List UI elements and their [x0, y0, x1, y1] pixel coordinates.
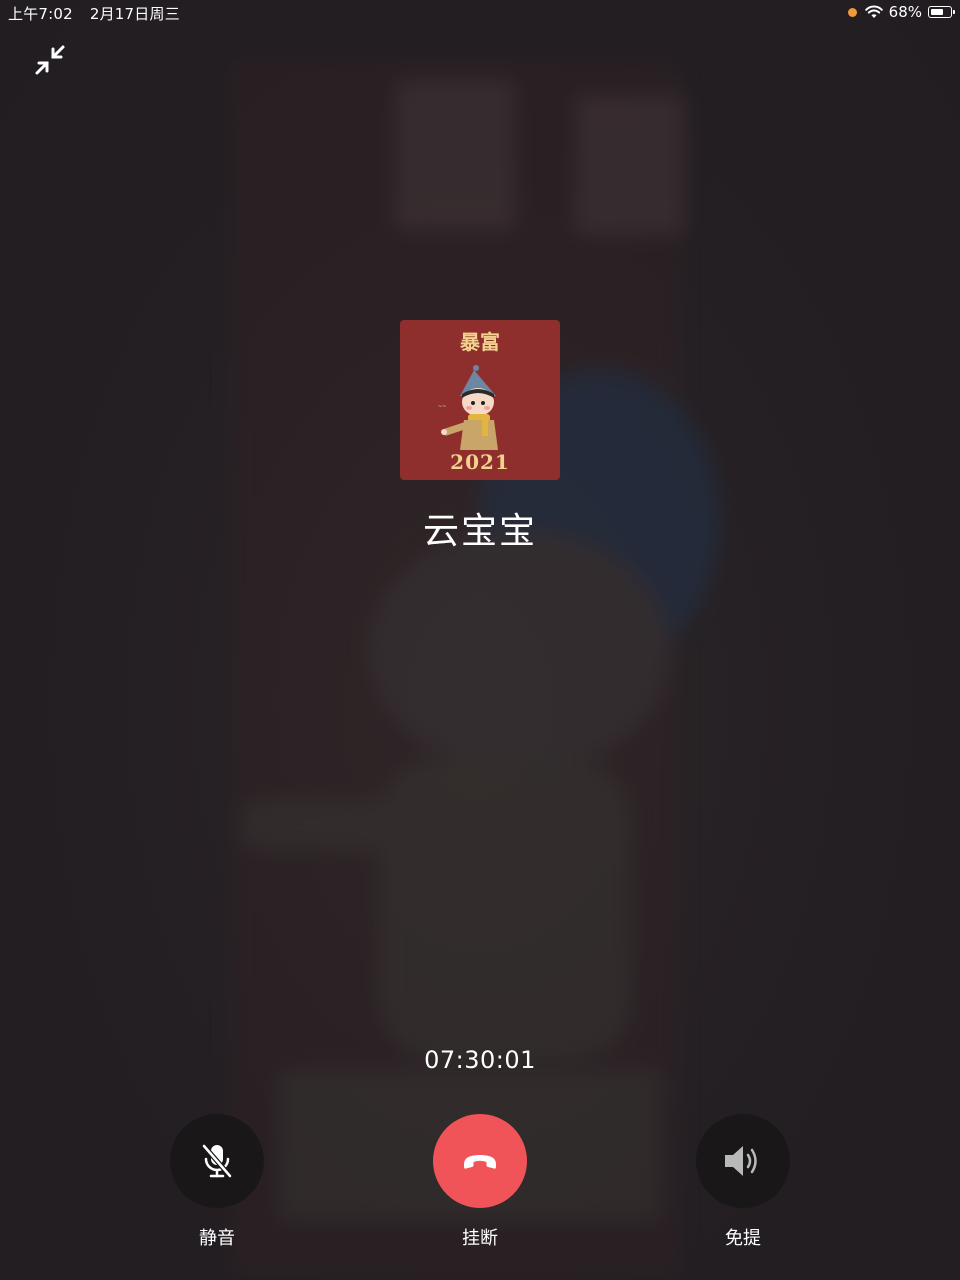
avatar-year-text: 2021	[450, 450, 510, 474]
battery-fill	[930, 8, 943, 15]
battery-percent: 68%	[888, 3, 922, 21]
battery-cap	[953, 10, 955, 14]
call-screen: 上午7:02 2月17日周三 68% 暴富 ~~ 2021 云宝宝 07:30:…	[0, 0, 960, 1280]
hangup-button[interactable]	[433, 1114, 527, 1208]
mute-label: 静音	[199, 1228, 235, 1249]
svg-text:~~: ~~	[438, 404, 446, 410]
minimize-button[interactable]	[28, 40, 72, 80]
mute-control: 静音	[169, 1114, 265, 1250]
status-bar: 上午7:02 2月17日周三 68%	[0, 0, 960, 28]
hangup-label: 挂断	[462, 1228, 498, 1249]
background-illustration	[230, 60, 720, 1280]
speaker-icon	[725, 1146, 757, 1176]
minimize-arrows-icon	[35, 45, 65, 75]
status-date: 2月17日周三	[89, 5, 180, 23]
contact-name: 云宝宝	[422, 511, 537, 552]
speaker-control: 免提	[695, 1114, 791, 1250]
contact-avatar: 暴富 ~~ 2021	[400, 320, 560, 480]
status-right: 68%	[847, 3, 955, 21]
call-duration: 07:30:01	[424, 1046, 536, 1074]
wifi-icon	[864, 5, 883, 18]
speaker-label: 免提	[725, 1228, 761, 1249]
hangup-control: 挂断	[432, 1114, 528, 1250]
status-left: 上午7:02 2月17日周三	[8, 3, 192, 24]
speaker-button[interactable]	[696, 1114, 790, 1208]
mic-off-icon	[201, 1143, 233, 1179]
avatar-title-text: 暴富	[460, 330, 500, 354]
recording-dot-icon	[847, 7, 857, 17]
mute-button[interactable]	[170, 1114, 264, 1208]
status-time: 上午7:02	[8, 5, 73, 23]
phone-hangup-icon	[464, 1155, 496, 1169]
avatar-boy-illustration: ~~	[438, 365, 498, 450]
battery-icon	[928, 6, 955, 18]
